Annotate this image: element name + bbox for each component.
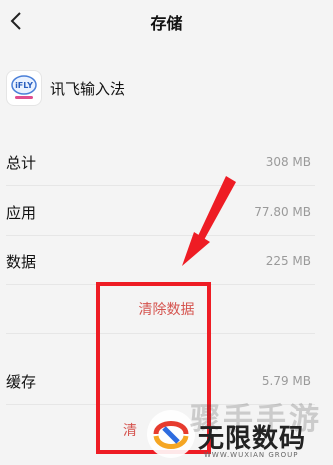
watermark-title: 无限数码 xyxy=(198,424,307,454)
watermark-logo-icon xyxy=(147,410,195,458)
watermark-url: WWW.WUXIAN GROUP xyxy=(204,451,299,459)
